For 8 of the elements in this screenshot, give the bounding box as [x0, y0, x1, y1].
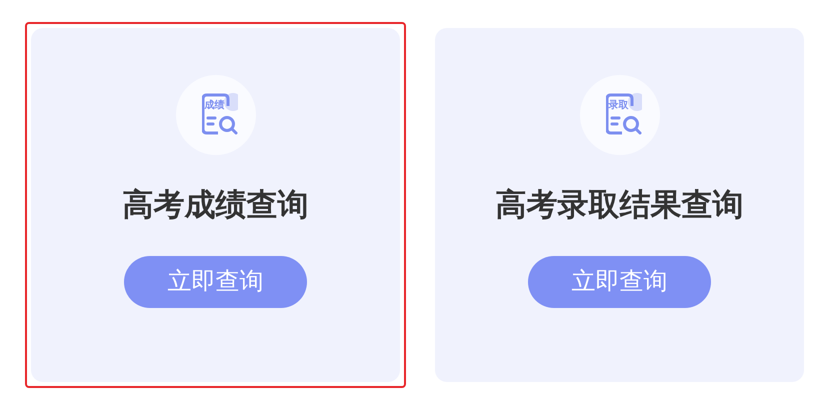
card-selection-frame[interactable]: 录取 高考录取结果查询 立即查询 — [429, 22, 810, 388]
icon-label: 录取 — [608, 100, 628, 112]
icon-label: 成绩 — [204, 100, 224, 112]
document-search-icon — [606, 93, 642, 135]
card-selection-frame[interactable]: 成绩 高考成绩查询 立即查询 — [25, 22, 406, 388]
card-title: 高考录取结果查询 — [496, 186, 744, 224]
card-title: 高考成绩查询 — [122, 186, 308, 224]
document-search-icon — [202, 93, 238, 135]
